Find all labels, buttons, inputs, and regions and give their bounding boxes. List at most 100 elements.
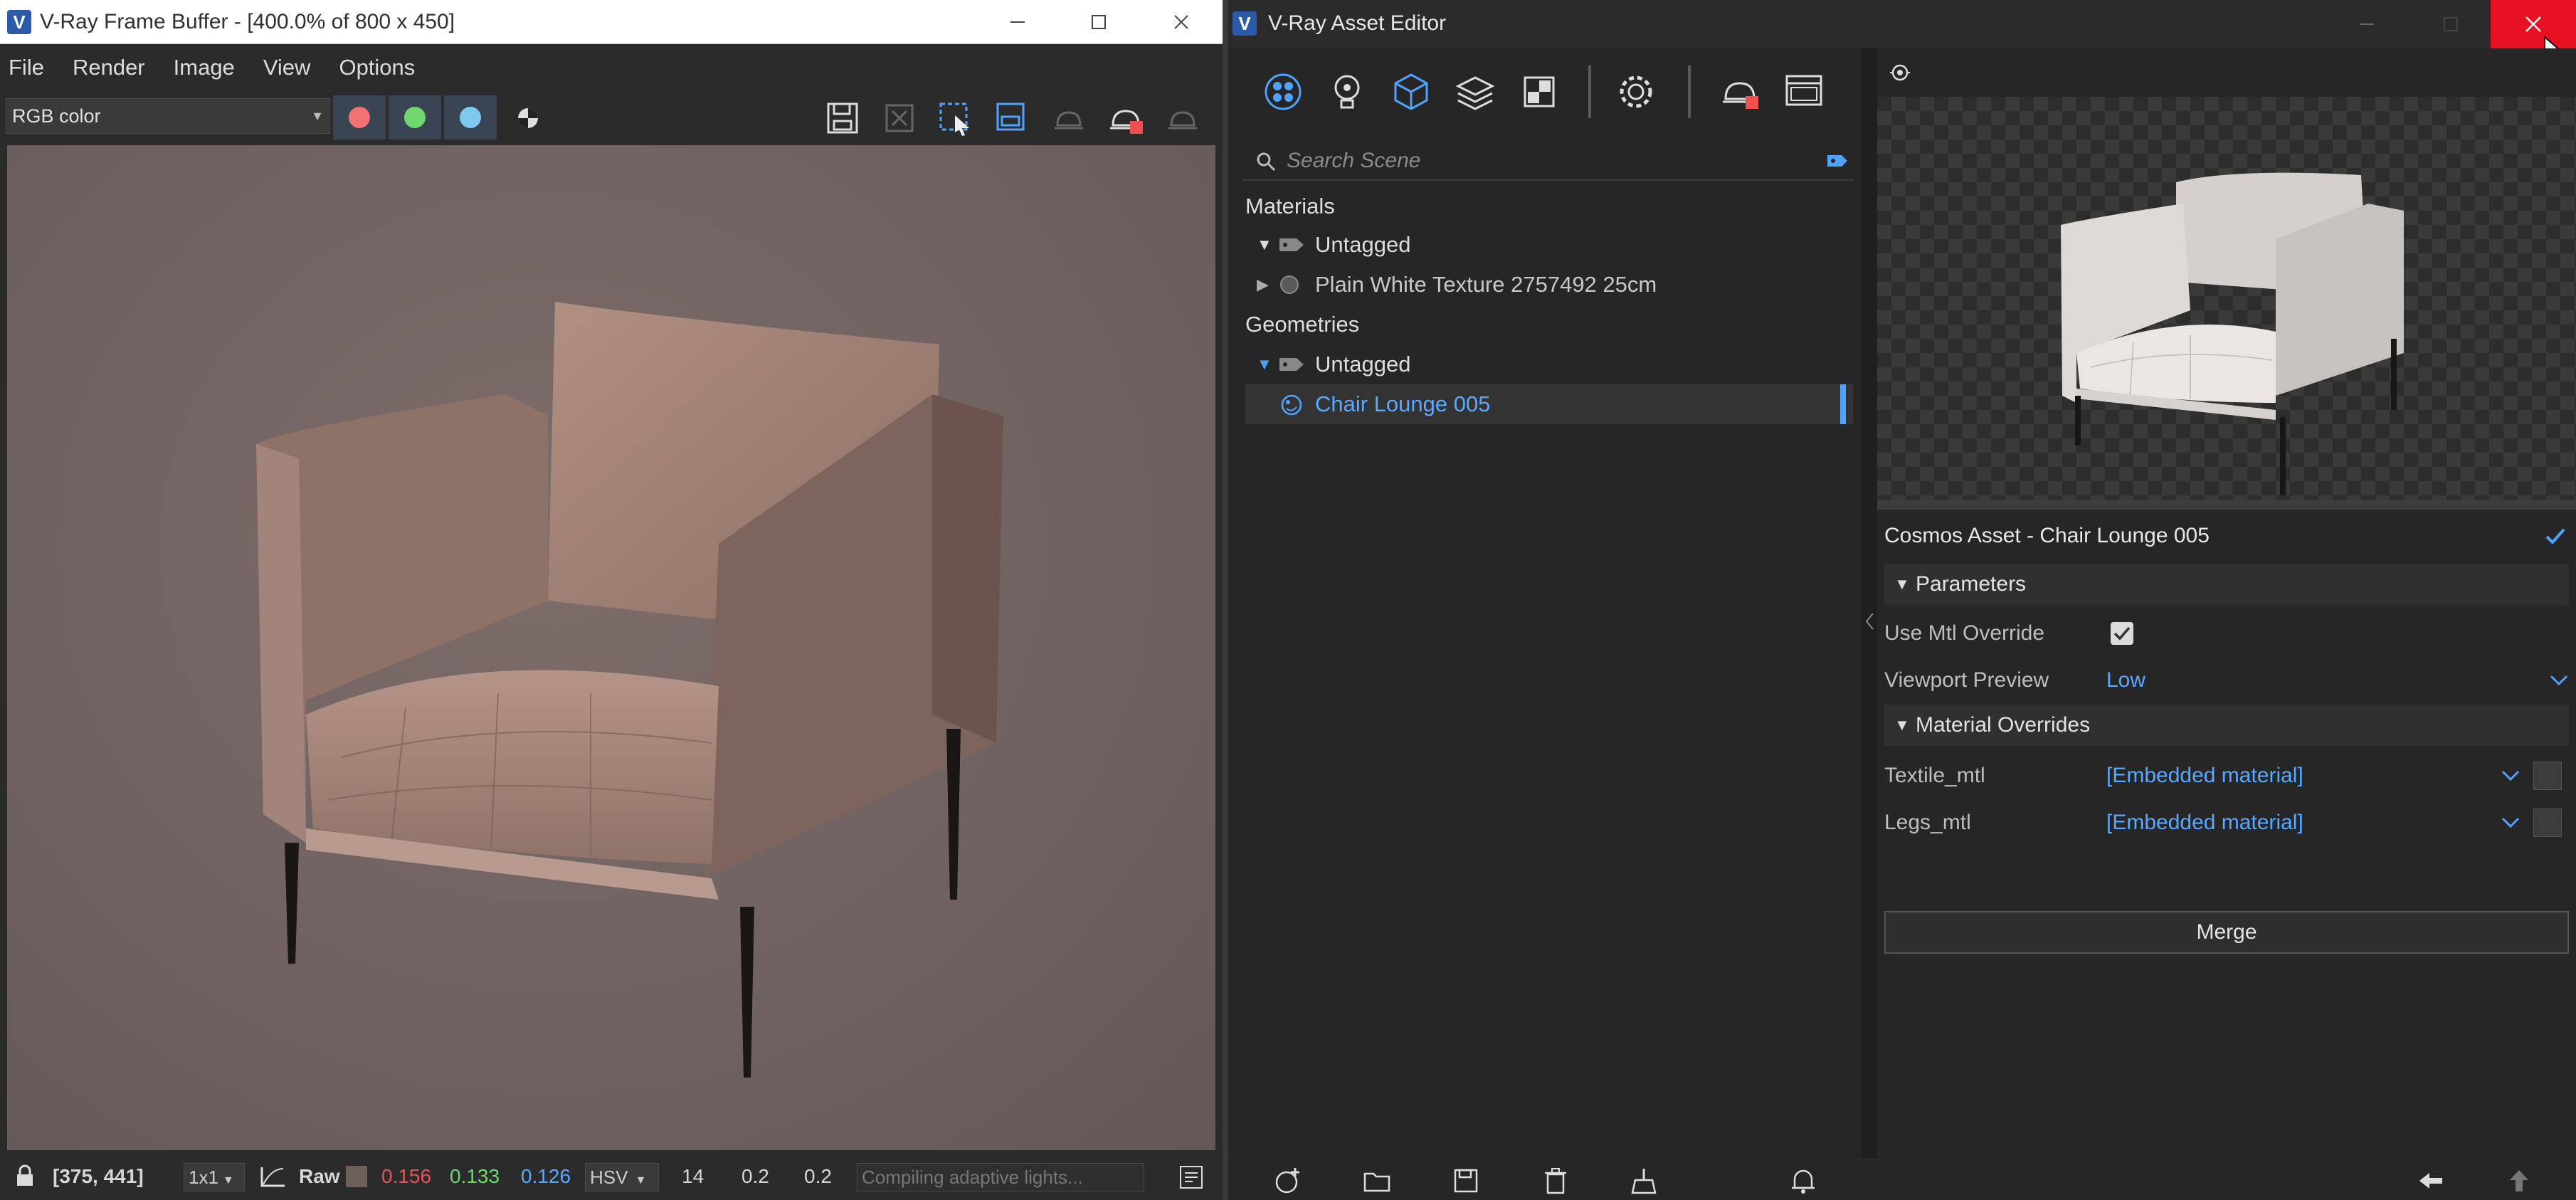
zoom-select[interactable]: 1x1 ▼ (184, 1163, 245, 1191)
row-textile-mtl: Textile_mtl [Embedded material] (1884, 753, 2569, 799)
minimize-button[interactable] (989, 0, 1046, 44)
preview-splitter[interactable] (1877, 500, 2576, 510)
clear-image-button[interactable] (878, 97, 921, 140)
minimize-icon (1010, 21, 1025, 23)
save-image-button[interactable] (821, 97, 864, 140)
tree-tag-untagged-geo[interactable]: ▼ Untagged (1245, 344, 1864, 384)
region-render-button[interactable] (934, 97, 976, 140)
channel-select[interactable]: RGB color ▼ (6, 98, 330, 134)
expand-triangle-icon[interactable]: ▶ (1257, 265, 1269, 305)
track-mouse-button[interactable] (991, 97, 1033, 140)
region-select-icon (939, 102, 969, 136)
legs-material-select[interactable]: [Embedded material] (2106, 800, 2303, 846)
close-button[interactable] (1153, 0, 1210, 44)
search-input[interactable] (1287, 145, 1785, 177)
material-sphere-icon (1280, 275, 1299, 294)
vfb-titlebar[interactable]: V V-Ray Frame Buffer - [400.0% of 800 x … (0, 0, 1223, 44)
tree-category-geometries[interactable]: Geometries (1245, 305, 1864, 344)
window-icon (1785, 75, 1822, 106)
vfb-statusbar: [375, 441] 1x1 ▼ Raw 0.156 0.133 0.126 HS… (0, 1153, 1223, 1200)
textures-tab[interactable] (1514, 67, 1564, 117)
textile-material-select[interactable]: [Embedded material] (2106, 753, 2303, 799)
render-button[interactable] (1161, 97, 1204, 140)
geometry-tab[interactable] (1386, 67, 1436, 117)
layers-tab[interactable] (1450, 67, 1500, 117)
up-button[interactable] (2502, 1165, 2536, 1196)
teapot-render-icon (1168, 111, 1197, 130)
value-value: 0.2 (804, 1165, 832, 1187)
settings-tab[interactable] (1611, 67, 1661, 117)
use-mtl-override-checkbox[interactable] (2111, 622, 2133, 645)
render-last-button[interactable] (1047, 97, 1090, 140)
color-mode-select[interactable]: HSV ▼ (585, 1163, 659, 1191)
red-channel-button[interactable] (333, 95, 386, 140)
collapse-left-icon[interactable] (1864, 612, 1874, 631)
purge-unused-button[interactable] (1627, 1165, 1661, 1196)
preview-refresh-icon[interactable] (1887, 60, 1913, 85)
chevron-down-icon[interactable] (2549, 673, 2569, 688)
section-parameters[interactable]: ▼ Parameters (1884, 564, 2569, 605)
curve-icon[interactable] (258, 1164, 286, 1190)
tree-category-label: Geometries (1245, 312, 1360, 337)
render-teapot-button[interactable] (1715, 67, 1765, 117)
lock-icon[interactable] (13, 1164, 37, 1189)
menu-view[interactable]: View (263, 55, 311, 80)
menu-image[interactable]: Image (174, 55, 235, 80)
tree-category-materials[interactable]: Materials (1245, 186, 1864, 226)
lights-tab[interactable] (1322, 67, 1372, 117)
trash-icon (1545, 1168, 1566, 1194)
track-region-icon (996, 102, 1025, 131)
log-panel-icon[interactable] (1178, 1164, 1204, 1190)
menu-file[interactable]: File (9, 55, 44, 80)
maximize-button[interactable] (1070, 0, 1127, 44)
folder-icon (1363, 1172, 1390, 1192)
tag-filter-icon[interactable] (1826, 152, 1849, 169)
maximize-icon (1092, 15, 1106, 29)
material-slot-button[interactable] (2533, 762, 2562, 790)
menu-options[interactable]: Options (339, 55, 415, 80)
clear-image-icon (885, 104, 914, 132)
delete-asset-button[interactable] (1538, 1165, 1573, 1196)
notifications-button[interactable] (1786, 1165, 1820, 1196)
tree-item-geometry-selected[interactable]: Chair Lounge 005 (1245, 384, 1853, 424)
tree-tag-untagged[interactable]: ▼ Untagged (1245, 225, 1864, 265)
chevron-down-icon[interactable] (2501, 816, 2520, 830)
blue-value: 0.126 (521, 1165, 571, 1187)
section-material-overrides[interactable]: ▼ Material Overrides (1884, 705, 2569, 746)
add-asset-button[interactable] (1271, 1165, 1305, 1196)
window-splitter (1223, 0, 1228, 1200)
green-value: 0.133 (450, 1165, 500, 1187)
back-button[interactable] (2414, 1165, 2448, 1196)
checkmark-icon[interactable] (2545, 527, 2566, 545)
render-viewport[interactable] (7, 145, 1215, 1150)
save-asset-button[interactable] (1449, 1165, 1483, 1196)
maximize-icon[interactable] (2442, 16, 2459, 33)
minimize-icon[interactable] (2358, 16, 2375, 33)
tree-item-material[interactable]: ▶ Plain White Texture 2757492 25cm (1245, 265, 1864, 305)
expand-triangle-icon[interactable]: ▼ (1257, 225, 1272, 265)
frame-buffer-button[interactable] (1779, 67, 1829, 117)
toolbar-separator (1588, 65, 1591, 118)
chair-render-image (256, 302, 1003, 1078)
selection-marker (1840, 384, 1846, 424)
menu-render[interactable]: Render (73, 55, 145, 80)
asset-preview (1877, 97, 2576, 500)
ae-titlebar[interactable]: V V-Ray Asset Editor (1228, 0, 2576, 70)
blue-channel-button[interactable] (444, 95, 497, 140)
viewport-preview-select[interactable]: Low (2106, 658, 2145, 703)
stop-render-button[interactable] (1104, 97, 1147, 140)
channel-select-value: RGB color (12, 105, 101, 127)
alpha-channel-button[interactable] (507, 97, 549, 140)
expand-triangle-icon[interactable]: ▼ (1257, 344, 1272, 384)
hue-value: 14 (682, 1165, 704, 1187)
green-channel-button[interactable] (389, 95, 441, 140)
materials-tab[interactable] (1258, 67, 1308, 117)
texture-icon (1524, 76, 1555, 107)
asset-title-label: Cosmos Asset - Chair Lounge 005 (1884, 524, 2210, 547)
add-material-icon (1275, 1168, 1299, 1194)
chevron-down-icon[interactable] (2501, 769, 2520, 783)
material-slot-button[interactable] (2533, 809, 2562, 837)
merge-button[interactable]: Merge (1884, 911, 2569, 954)
collapse-triangle-icon: ▼ (1894, 716, 1910, 734)
open-file-button[interactable] (1361, 1165, 1395, 1196)
